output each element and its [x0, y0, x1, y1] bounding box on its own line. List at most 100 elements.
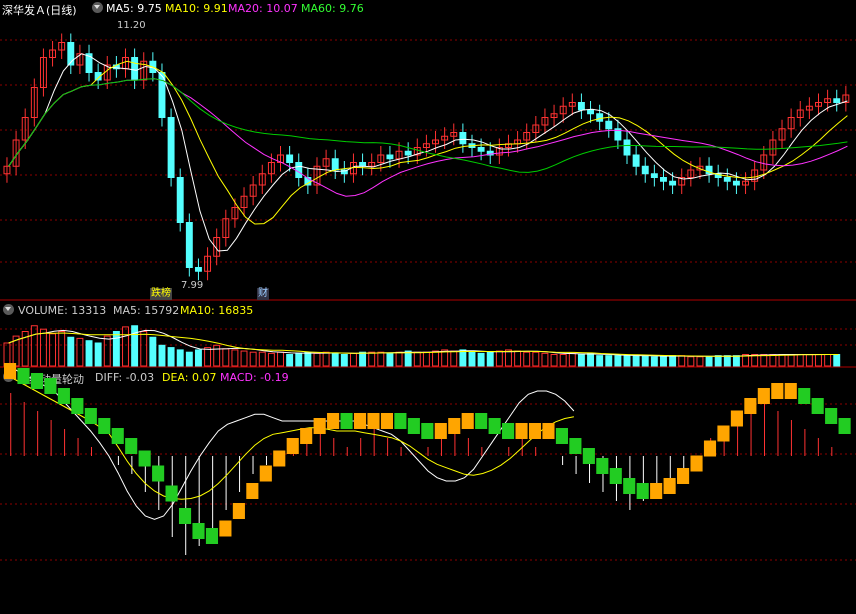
volume-bar: [267, 352, 275, 367]
candle-body: [477, 147, 485, 152]
candle-body: [404, 150, 412, 156]
volume-bar: [185, 351, 193, 367]
volume-bar: [669, 355, 677, 367]
volume-bar: [49, 333, 57, 367]
momentum-block: [178, 508, 192, 524]
momentum-block: [232, 503, 245, 519]
volume-bar: [486, 351, 494, 367]
volume-bar: [112, 331, 120, 367]
momentum-block: [475, 413, 488, 429]
candle-body: [295, 162, 303, 178]
momentum-block: [259, 465, 272, 482]
volume-bar: [541, 352, 549, 367]
candle-body: [185, 222, 193, 268]
volume-bar: [39, 328, 47, 367]
volume-bar: [495, 350, 503, 367]
momentum-block: [784, 383, 797, 399]
volume-bar: [714, 355, 722, 367]
momentum-block: [730, 410, 743, 427]
candle-body: [577, 102, 585, 111]
momentum-block: [596, 458, 609, 474]
volume-bar: [824, 354, 832, 367]
volume-bar: [395, 351, 403, 367]
volume-bar: [386, 352, 394, 367]
candle-body: [131, 57, 139, 81]
volume-bar: [796, 354, 804, 367]
candle-body: [167, 117, 175, 178]
momentum-block: [434, 423, 447, 439]
volume-bar: [368, 351, 376, 367]
momentum-block: [30, 373, 44, 389]
candle-body: [723, 177, 731, 182]
volume-bar: [705, 356, 713, 367]
volume-bar: [732, 355, 740, 367]
volume-bar: [204, 347, 212, 367]
momentum-block: [340, 413, 353, 429]
volume-bar: [240, 350, 248, 367]
momentum-block: [84, 408, 97, 424]
momentum-block: [57, 388, 70, 404]
volume-bar: [559, 354, 567, 367]
ma60-line: [8, 78, 848, 173]
volume-bar: [340, 354, 348, 367]
momentum-block: [448, 418, 461, 434]
volume-bar: [778, 354, 786, 367]
momentum-block: [515, 423, 528, 439]
momentum-block: [461, 413, 474, 429]
momentum-block: [273, 450, 286, 467]
candle-body: [623, 139, 631, 156]
volume-bar: [687, 356, 695, 367]
momentum-block: [542, 423, 555, 439]
candle-body: [176, 177, 184, 223]
volume-bar: [459, 349, 467, 367]
event-tag-drop[interactable]: 跌榜: [150, 288, 172, 300]
volume-bar: [122, 326, 129, 367]
volume-bar: [422, 351, 430, 367]
candle-body: [596, 113, 604, 122]
volume-bar: [632, 355, 640, 367]
volume-bar: [660, 356, 667, 367]
volume-bar: [468, 351, 476, 367]
momentum-block: [44, 378, 57, 394]
volume-bar: [231, 349, 239, 367]
momentum-block: [138, 450, 151, 467]
volume-bar: [58, 331, 66, 367]
momentum-block: [300, 428, 313, 444]
volume-bar: [532, 351, 540, 367]
volume-bar: [3, 342, 11, 367]
volume-bar: [650, 356, 658, 367]
candle-body: [632, 154, 640, 167]
momentum-block: [286, 438, 299, 454]
momentum-block: [246, 483, 259, 499]
volume-bar: [550, 354, 558, 367]
momentum-block: [219, 520, 232, 537]
volume-bar: [377, 351, 385, 367]
momentum-block: [380, 413, 394, 429]
momentum-block: [569, 438, 582, 454]
volume-bar: [678, 355, 686, 367]
volume-bar: [331, 352, 339, 367]
momentum-block: [367, 413, 380, 429]
momentum-block: [125, 438, 138, 454]
volume-bar: [404, 350, 412, 367]
volume-bar: [349, 352, 357, 367]
volume-bar: [623, 355, 631, 367]
volume-bar: [577, 354, 585, 367]
momentum-block: [111, 428, 124, 444]
momentum-block: [717, 425, 730, 442]
momentum-block: [502, 423, 515, 439]
momentum-block: [98, 418, 111, 434]
chart-canvas[interactable]: [0, 0, 856, 614]
momentum-block: [152, 465, 165, 482]
momentum-block: [394, 413, 407, 429]
event-tag-finance[interactable]: 财: [257, 288, 269, 300]
momentum-block: [771, 383, 784, 399]
momentum-block: [825, 408, 838, 424]
volume-bar: [176, 349, 184, 367]
volume-bar: [641, 355, 649, 367]
candle-body: [833, 98, 841, 103]
candle-body: [605, 120, 613, 130]
momentum-block: [690, 455, 703, 472]
volume-bar: [322, 351, 330, 367]
candle-body: [641, 165, 649, 175]
